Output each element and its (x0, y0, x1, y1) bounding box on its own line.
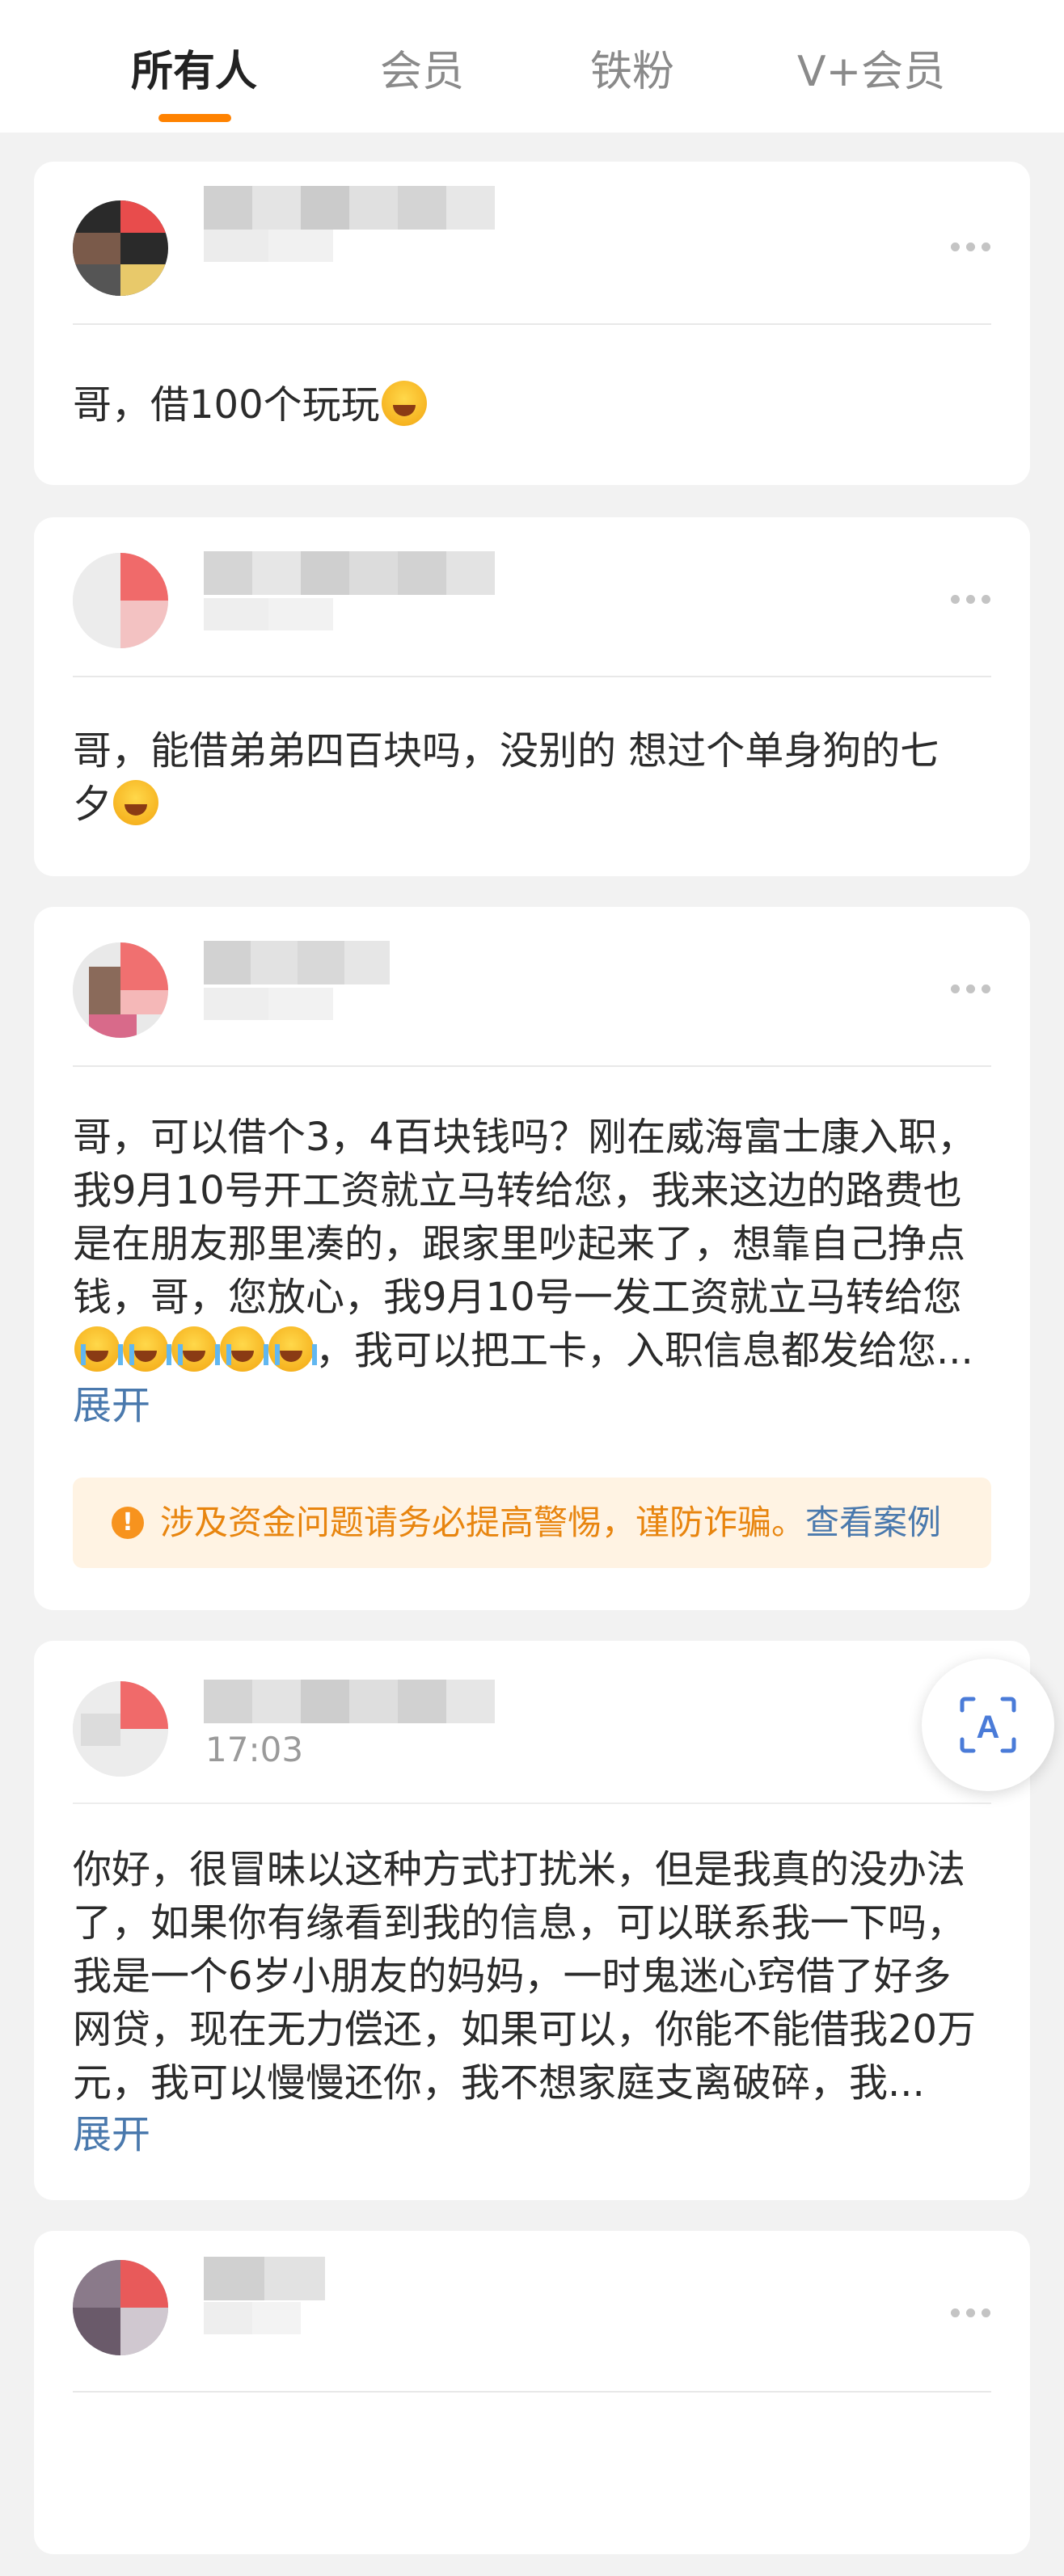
fraud-warning-banner: ! 涉及资金问题请务必提高警惕，谨防诈骗。查看案例 (73, 1478, 991, 1568)
translate-button[interactable]: A (922, 1659, 1054, 1791)
fraud-warning-text: 涉及资金问题请务必提高警惕，谨防诈骗。 (160, 1503, 806, 1542)
message-card[interactable] (34, 2231, 1030, 2554)
divider (73, 2391, 991, 2393)
grinning-face-icon (381, 381, 427, 426)
blurred-username (204, 1680, 511, 1723)
translate-icon: A (960, 1697, 1016, 1753)
tab-members[interactable]: 会员 (380, 44, 464, 100)
divider (73, 1802, 991, 1804)
message-text: 你好，很冒昧以这种方式打扰米，但是我真的没办法 了，如果你有缘看到我的信息，可以… (73, 1847, 977, 2106)
active-tab-indicator (158, 114, 231, 122)
loudly-crying-face-icon (268, 1326, 317, 1372)
more-options-icon[interactable] (951, 595, 991, 605)
divider (73, 323, 991, 325)
tab-iron-fans[interactable]: 铁粉 (590, 44, 674, 100)
translate-glyph: A (977, 1710, 1000, 1745)
blurred-username (204, 551, 503, 595)
view-cases-link[interactable]: 查看案例 (805, 1503, 941, 1542)
tab-everyone[interactable]: 所有人 (131, 44, 257, 100)
smiling-face-with-hearts-icon (113, 780, 159, 825)
divider (73, 1065, 991, 1067)
avatar[interactable] (73, 942, 168, 1038)
blurred-time (204, 2302, 301, 2334)
info-icon: ! (112, 1507, 144, 1539)
tab-v-plus-members[interactable]: V+会员 (797, 44, 945, 100)
avatar[interactable] (73, 2260, 168, 2355)
divider (73, 676, 991, 677)
message-text: 哥，能借弟弟四百块吗，没别的 想过个单身狗的七夕 (73, 728, 939, 827)
loudly-crying-face-icon (220, 1326, 268, 1372)
message-text: 哥，借100个玩玩 (73, 378, 993, 432)
loudly-crying-face-icon (123, 1326, 171, 1372)
message-card[interactable]: 哥，可以借个3，4百块钱吗？刚在威海富士康入职， 我9月10号开工资就立马转给您… (34, 907, 1030, 1610)
blurred-time (204, 988, 333, 1020)
more-options-icon[interactable] (951, 984, 991, 994)
message-card[interactable]: 哥，借100个玩玩 (34, 162, 1030, 485)
blurred-time (204, 230, 333, 262)
message-text: 哥，可以借个3，4百块钱吗？刚在威海富士康入职， 我9月10号开工资就立马转给您… (73, 1115, 977, 1373)
blurred-username (204, 186, 519, 230)
message-card[interactable]: 哥，能借弟弟四百块吗，没别的 想过个单身狗的七夕 (34, 517, 1030, 876)
tab-bar: 所有人 会员 铁粉 V+会员 (0, 0, 1064, 133)
message-card[interactable]: 17:03 你好，很冒昧以这种方式打扰米，但是我真的没办法 了，如果你有缘看到我… (34, 1641, 1030, 2200)
more-options-icon[interactable] (951, 2308, 991, 2318)
avatar[interactable] (73, 1681, 168, 1777)
timestamp: 17:03 (205, 1730, 304, 1769)
blurred-time (204, 598, 333, 630)
expand-link[interactable]: 展开 (73, 2108, 150, 2161)
loudly-crying-face-icon (74, 1326, 123, 1372)
avatar[interactable] (73, 200, 168, 296)
blurred-username (204, 2257, 325, 2300)
loudly-crying-face-icon (171, 1326, 220, 1372)
more-options-icon[interactable] (951, 242, 991, 252)
avatar[interactable] (73, 553, 168, 648)
expand-link[interactable]: 展开 (73, 1379, 150, 1432)
blurred-username (204, 941, 390, 984)
